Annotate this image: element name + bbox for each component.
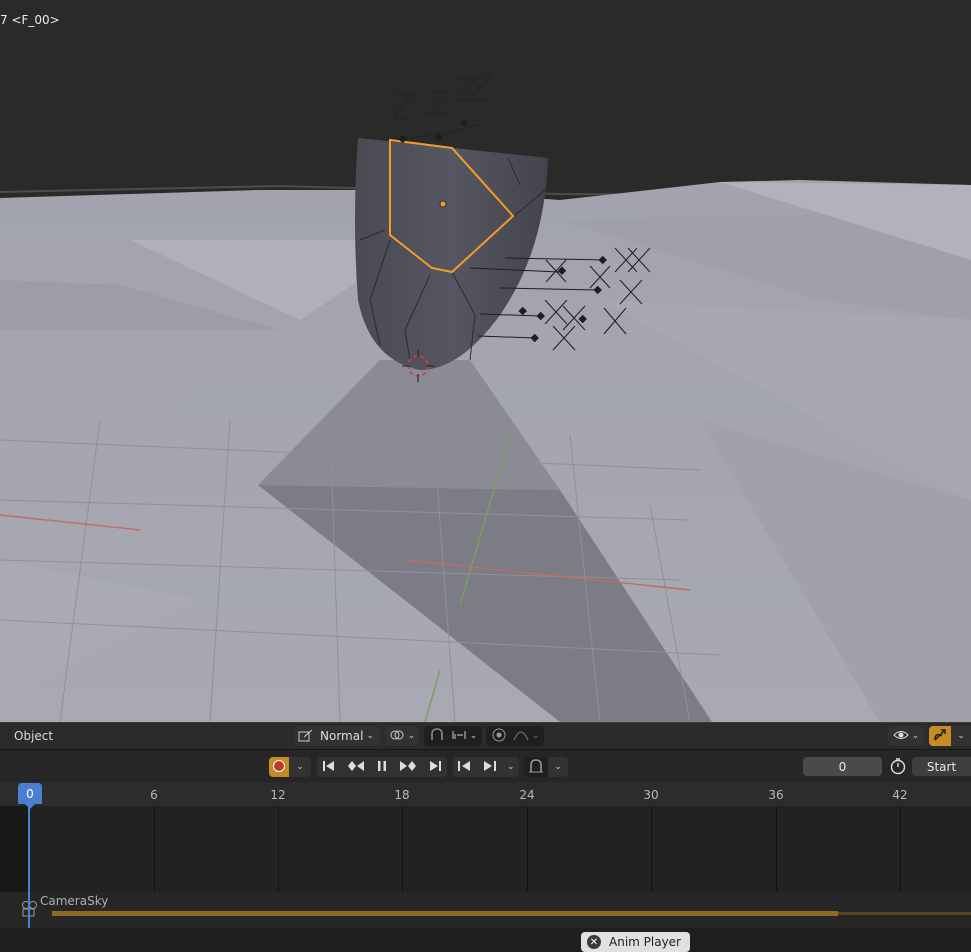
snap-target-icon	[451, 728, 467, 745]
auto-keying-dropdown[interactable]: ⌄	[548, 757, 568, 777]
snap-group[interactable]: ⌄	[424, 726, 482, 746]
frame-gridline	[278, 806, 279, 892]
timeline-track-gutter	[0, 806, 28, 892]
chevron-down-icon[interactable]: ⌄	[507, 762, 515, 772]
object-mode-label[interactable]: Object	[6, 726, 60, 746]
frame-gridline	[402, 806, 403, 892]
frame-gridline	[776, 806, 777, 892]
chevron-down-icon: ⌄	[366, 731, 374, 741]
record-button[interactable]	[269, 757, 289, 777]
chevron-down-icon: ⌄	[296, 762, 304, 772]
gizmo-icon	[932, 727, 948, 746]
timer-icon	[889, 757, 907, 778]
proportional-edit-icon	[491, 728, 507, 745]
timeline-ruler[interactable]: 6 12 18 24 30 36 42	[0, 782, 971, 806]
timeline-tracks[interactable]	[0, 806, 971, 892]
playhead-line	[28, 806, 30, 928]
scene-strip-label: CameraSky	[40, 894, 109, 908]
snap-icon	[429, 727, 445, 745]
keying-icon	[528, 758, 544, 776]
frame-step-controls: ⌄	[453, 757, 519, 777]
prev-keyframe-icon[interactable]	[347, 760, 365, 775]
current-frame-field[interactable]: 0	[803, 757, 882, 776]
jump-start-icon[interactable]	[322, 760, 336, 775]
timer-button[interactable]	[886, 757, 910, 777]
ruler-tick: 18	[394, 788, 410, 802]
gizmo-toggle[interactable]	[929, 726, 951, 746]
status-bar	[0, 928, 971, 947]
chevron-down-icon: ⌄	[531, 731, 540, 741]
next-keyframe-icon[interactable]	[399, 760, 417, 775]
auto-key-dropdown[interactable]: ⌄	[289, 757, 311, 777]
proportional-edit-group[interactable]: ⌄	[486, 726, 544, 746]
ruler-tick: 42	[892, 788, 908, 802]
chevron-down-icon: ⌄	[911, 731, 920, 741]
ruler-tick: 30	[643, 788, 659, 802]
scene-strip-bar-tail	[838, 912, 971, 915]
prev-frame-icon[interactable]	[457, 760, 473, 775]
ruler-tick: 12	[270, 788, 286, 802]
visibility-icon	[893, 728, 909, 745]
viewport-scene[interactable]	[0, 0, 971, 722]
ruler-tick: 36	[768, 788, 784, 802]
scene-strip-bar[interactable]	[52, 911, 838, 916]
ruler-tick: 6	[150, 788, 158, 802]
pivot-point-dropdown[interactable]: ⌄	[385, 726, 419, 746]
falloff-icon	[513, 728, 529, 745]
frame-gridline	[527, 806, 528, 892]
record-icon	[272, 759, 286, 776]
ruler-tick: 24	[519, 788, 535, 802]
chevron-down-icon: ⌄	[957, 731, 965, 741]
3d-viewport[interactable]: 7 <F_00>	[0, 0, 971, 722]
origin-point	[439, 200, 447, 208]
playback-controls	[317, 757, 447, 777]
camera-icon	[20, 900, 40, 921]
viewport-header: Object Normal ⌄ ⌄ ⌄ ⌄ ⌄ ⌄	[0, 722, 971, 749]
transform-orientation-dropdown[interactable]: Normal ⌄	[294, 726, 380, 746]
chevron-down-icon: ⌄	[469, 731, 478, 741]
playhead[interactable]: 0	[18, 783, 42, 809]
chevron-down-icon: ⌄	[554, 762, 562, 772]
gizmo-dropdown[interactable]: ⌄	[951, 726, 971, 746]
chevron-down-icon: ⌄	[407, 731, 416, 741]
viewport-overlay-text: 7 <F_00>	[0, 13, 60, 27]
visibility-dropdown[interactable]: ⌄	[888, 726, 924, 746]
anim-player-tab[interactable]: ✕ Anim Player	[581, 932, 690, 952]
frame-gridline	[154, 806, 155, 892]
start-frame-field[interactable]: Start	[912, 757, 971, 776]
keying-button[interactable]	[524, 757, 548, 777]
pause-icon[interactable]	[375, 760, 389, 775]
jump-end-icon[interactable]	[428, 760, 442, 775]
frame-gridline	[900, 806, 901, 892]
scene-strip-row	[0, 892, 971, 928]
next-frame-icon[interactable]	[482, 760, 498, 775]
frame-gridline	[651, 806, 652, 892]
transform-orientation-icon	[298, 729, 314, 743]
pivot-point-icon	[389, 728, 405, 745]
transform-orientation-value: Normal	[320, 729, 364, 743]
